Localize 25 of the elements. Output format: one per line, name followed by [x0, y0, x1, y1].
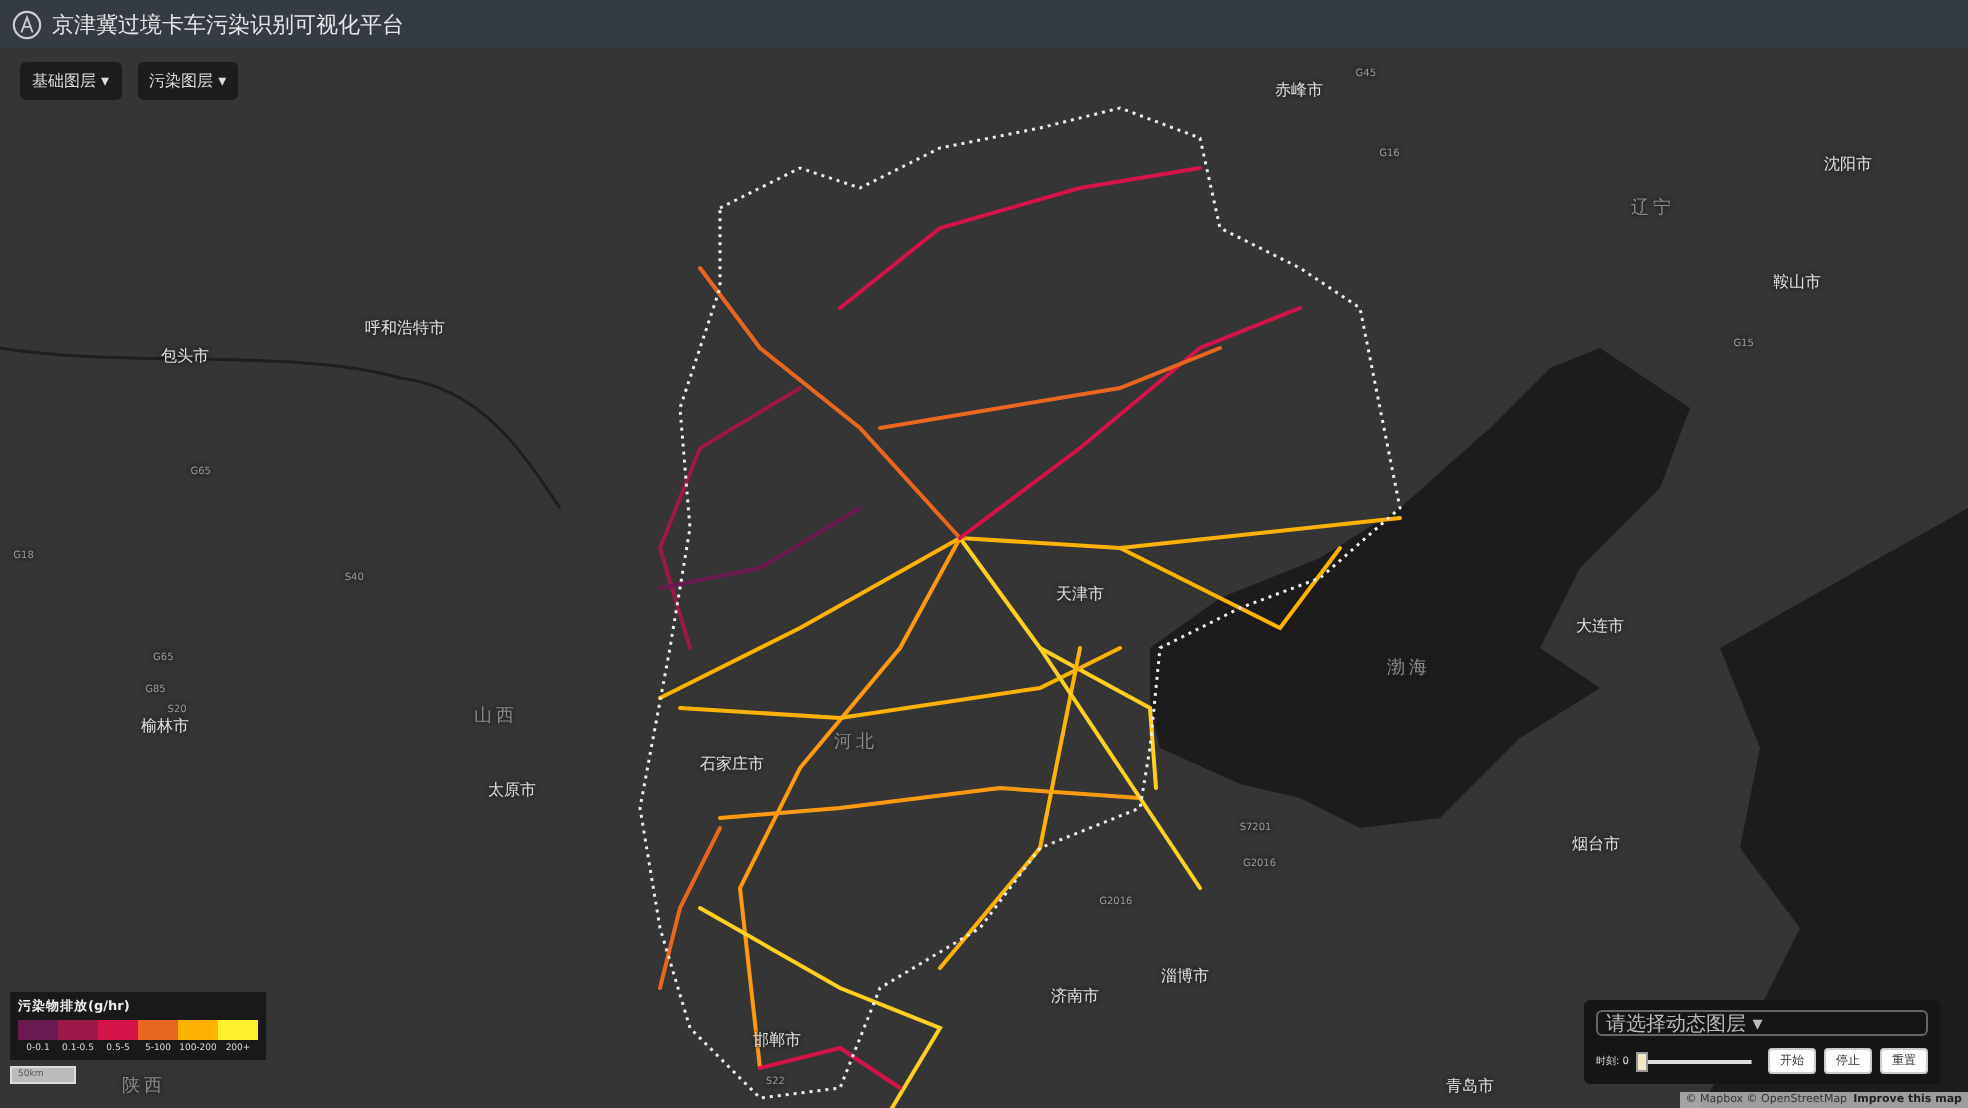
app-title: 京津冀过境卡车污染识别可视化平台: [52, 9, 404, 39]
city-label: 大连市: [1575, 614, 1624, 637]
logo-icon: [12, 9, 42, 39]
region-label: 河北: [834, 730, 879, 756]
region-label: 山西: [473, 704, 518, 729]
layer-dropdown-button[interactable]: 污染图层 ▾: [137, 62, 239, 100]
city-label: 榆林市: [141, 715, 190, 738]
city-label: 呼和浩特市: [365, 317, 446, 340]
region-label: 陕西: [121, 1074, 166, 1100]
layer-dropdown-button[interactable]: 基础图层 ▾: [20, 62, 122, 100]
city-label: 石家庄市: [700, 752, 765, 775]
slider-thumb[interactable]: [1636, 1051, 1649, 1071]
city-label: 淄博市: [1160, 964, 1209, 987]
city-label: 太原市: [487, 779, 536, 801]
city-label: 包头市: [160, 344, 209, 367]
city-label: 烟台市: [1572, 832, 1621, 854]
city-label: 赤峰市: [1274, 79, 1323, 102]
city-label: 天津市: [1056, 582, 1105, 605]
city-label: 青岛市: [1446, 1075, 1495, 1098]
city-label: 沈阳市: [1823, 153, 1872, 176]
city-label: 鞍山市: [1772, 270, 1821, 293]
region-label: 辽宁: [1631, 196, 1676, 220]
layer-select[interactable]: 请选择动态图层 ▾: [1596, 1010, 1928, 1036]
sea-label: 渤海: [1387, 656, 1432, 682]
city-label: 济南市: [1050, 985, 1099, 1008]
